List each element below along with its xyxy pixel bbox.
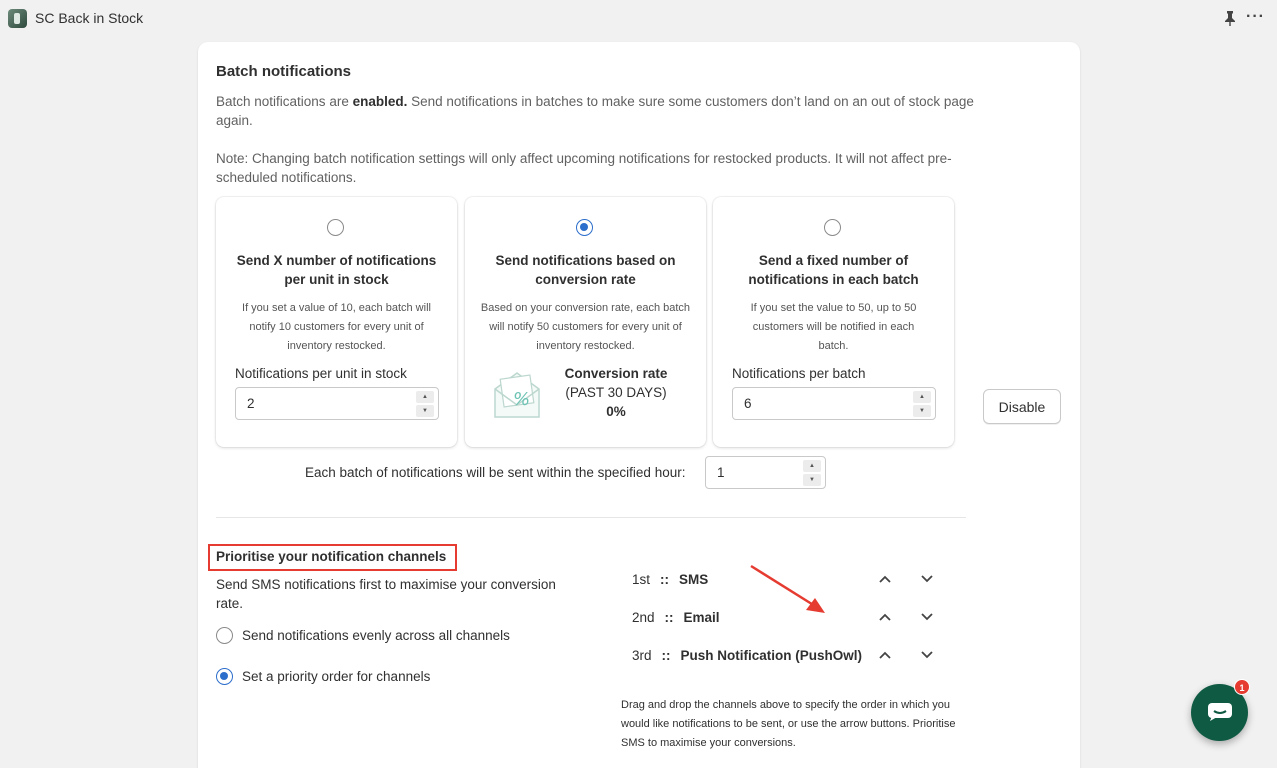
batch-status-word: enabled. [352, 94, 408, 109]
annotation-arrow-icon [750, 564, 825, 613]
conversion-value: 0% [606, 404, 626, 419]
option-description: Based on your conversion rate, each batc… [480, 302, 691, 352]
per-unit-stepper[interactable]: ▲ ▼ [416, 391, 434, 417]
more-options-icon[interactable]: ··· [1246, 8, 1265, 26]
app-title: SC Back in Stock [35, 10, 144, 26]
envelope-percent-icon: % [494, 372, 540, 418]
per-unit-input[interactable]: 2 ▲ ▼ [235, 387, 439, 420]
conversion-title: Conversion rate [564, 366, 668, 381]
batch-note: Note: Changing batch notification settin… [216, 151, 952, 185]
svg-text:%: % [513, 389, 530, 410]
priority-option-label: Send notifications evenly across all cha… [242, 628, 510, 643]
hour-input[interactable]: 1 ▲ ▼ [705, 456, 826, 489]
radio-order[interactable] [216, 668, 233, 685]
option-description: If you set a value of 10, each batch wil… [242, 302, 431, 352]
channel-row-2[interactable]: 2nd:: Email [632, 607, 720, 627]
move-up-icon[interactable] [877, 611, 893, 623]
batch-section-title: Batch notifications [216, 63, 352, 80]
conversion-period: (PAST 30 DAYS) [565, 385, 667, 400]
disable-button[interactable]: Disable [983, 389, 1061, 424]
option-title: Send a fixed number of notifications in … [748, 253, 919, 287]
hour-label: Each batch of notifications will be sent… [305, 465, 686, 480]
option-card-per-unit[interactable]: Send X number of notifications per unit … [216, 197, 457, 447]
per-batch-stepper[interactable]: ▲ ▼ [913, 391, 931, 417]
radio-even[interactable] [216, 627, 233, 644]
channel-row-1[interactable]: 1st:: SMS [632, 569, 708, 589]
pin-icon[interactable] [1223, 10, 1237, 26]
option-radio-conversion[interactable] [576, 219, 593, 236]
app-logo [8, 8, 27, 28]
option-radio-fixed[interactable] [824, 219, 841, 236]
chat-icon [1208, 703, 1232, 721]
notification-badge: 1 [1234, 679, 1250, 695]
option-card-conversion[interactable]: Send notifications based on conversion r… [465, 197, 706, 447]
channel-help-text: Drag and drop the channels above to spec… [621, 699, 956, 749]
section-divider [216, 517, 966, 518]
option-radio-per-unit[interactable] [327, 219, 344, 236]
option-title: Send X number of notifications per unit … [236, 253, 437, 287]
priority-option-label: Set a priority order for channels [242, 669, 431, 684]
hour-stepper[interactable]: ▲ ▼ [803, 460, 821, 486]
per-unit-label: Notifications per unit in stock [235, 366, 407, 381]
option-description: If you set the value to 50, up to 50 cus… [750, 302, 917, 352]
move-down-icon[interactable] [919, 573, 935, 585]
move-up-icon[interactable] [877, 649, 893, 661]
priority-description: Send SMS notifications first to maximise… [216, 577, 556, 611]
move-down-icon[interactable] [919, 611, 935, 623]
priority-option-even[interactable]: Send notifications evenly across all cha… [216, 627, 510, 644]
option-title: Send notifications based on conversion r… [495, 253, 676, 287]
channel-row-3[interactable]: 3rd:: Push Notification (PushOwl) [632, 645, 862, 665]
priority-section-title: Prioritise your notification channels [216, 549, 447, 564]
move-down-icon[interactable] [919, 649, 935, 661]
move-up-icon[interactable] [877, 573, 893, 585]
per-batch-label: Notifications per batch [732, 366, 866, 381]
batch-status-text: Batch notifications are enabled. Send no… [216, 94, 974, 128]
settings-card: Batch notifications Batch notifications … [198, 42, 1080, 768]
app-header: SC Back in Stock ··· [0, 0, 1277, 36]
per-batch-input[interactable]: 6 ▲ ▼ [732, 387, 936, 420]
option-card-fixed[interactable]: Send a fixed number of notifications in … [713, 197, 954, 447]
priority-option-order[interactable]: Set a priority order for channels [216, 668, 430, 685]
